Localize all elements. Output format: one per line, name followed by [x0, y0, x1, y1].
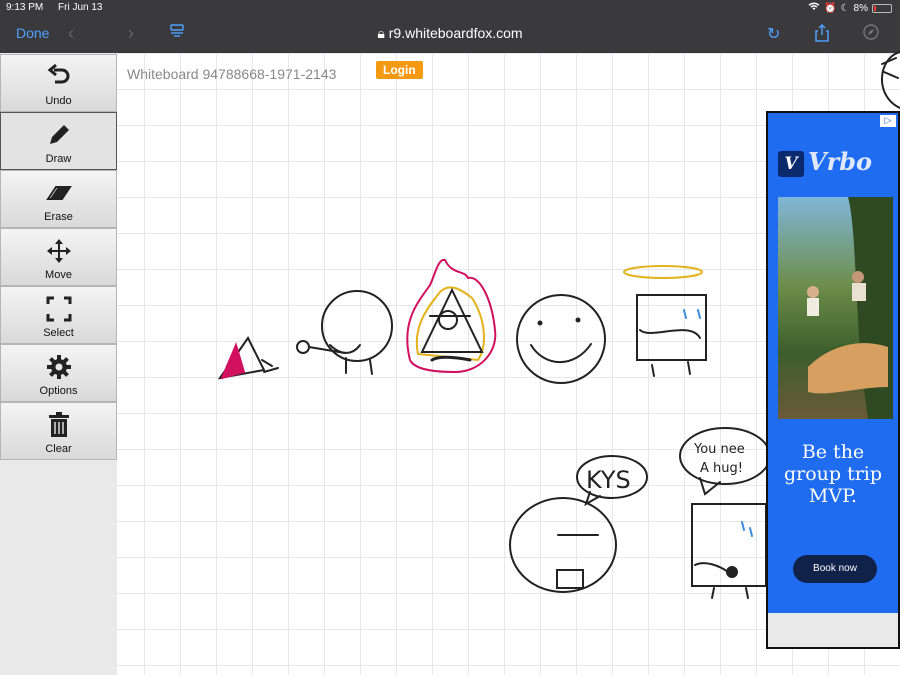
- select-button[interactable]: Select: [0, 286, 117, 344]
- undo-label: Undo: [45, 95, 72, 107]
- battery-percent: 8%: [853, 2, 868, 14]
- ad-photo: [778, 197, 893, 419]
- options-label: Options: [39, 385, 78, 397]
- ad-banner: ▷ V Vrbo Be the group trip MVP. Book now: [768, 113, 898, 613]
- url-bar[interactable]: 🔒︎ r9.whiteboardfox.com: [0, 25, 900, 42]
- status-bar: 9:13 PM Fri Jun 13 ⏰ ☾ 8%: [0, 0, 900, 16]
- lock-icon: 🔒︎: [377, 25, 385, 41]
- compass-icon[interactable]: [863, 24, 879, 45]
- erase-label: Erase: [44, 211, 73, 223]
- book-now-button[interactable]: Book now: [793, 555, 877, 583]
- ad-headline: Be the group trip MVP.: [768, 441, 898, 507]
- erase-button[interactable]: Erase: [0, 170, 117, 228]
- whiteboard-canvas[interactable]: [0, 53, 900, 675]
- wifi-icon: [808, 2, 820, 14]
- move-icon: [1, 237, 116, 265]
- reload-icon[interactable]: ↻: [767, 24, 780, 44]
- whiteboard-title: Whiteboard 94788668-1971-2143: [127, 66, 337, 82]
- tool-sidebar: Undo Draw Erase Move Select Options Clea…: [0, 53, 117, 675]
- browser-bar: Done ‹ › 🔒︎ r9.whiteboardfox.com ↻: [0, 16, 900, 53]
- undo-icon: [1, 63, 116, 91]
- pencil-icon: [1, 121, 116, 149]
- clock-time: 9:13 PM: [6, 2, 44, 13]
- draw-button[interactable]: Draw: [0, 112, 117, 170]
- moon-icon: ☾: [840, 2, 850, 14]
- draw-label: Draw: [45, 153, 72, 165]
- ad-headline-line2: group trip: [783, 463, 883, 485]
- vrbo-badge: V: [778, 150, 804, 177]
- login-button[interactable]: Login: [376, 61, 423, 79]
- options-button[interactable]: Options: [0, 344, 117, 402]
- url-text: r9.whiteboardfox.com: [388, 25, 523, 41]
- battery-icon: [872, 3, 892, 13]
- ad-headline-line1: Be the: [801, 441, 865, 463]
- ad-headline-line3: MVP.: [808, 485, 858, 507]
- vrbo-logo-text: Vrbo: [808, 147, 873, 176]
- clear-button[interactable]: Clear: [0, 402, 117, 460]
- clock-date: Fri Jun 13: [58, 2, 103, 13]
- move-label: Move: [45, 269, 72, 281]
- move-button[interactable]: Move: [0, 228, 117, 286]
- gear-icon: [1, 353, 116, 381]
- alarm-icon: ⏰: [824, 2, 837, 14]
- select-icon: [1, 295, 116, 323]
- share-icon[interactable]: [814, 23, 830, 47]
- clear-label: Clear: [45, 443, 72, 455]
- trash-icon: [1, 411, 116, 439]
- eraser-icon: [1, 179, 116, 207]
- vrbo-logo: V Vrbo: [778, 147, 888, 177]
- advertisement[interactable]: ▷ V Vrbo Be the group trip MVP. Book now: [766, 111, 900, 649]
- select-label: Select: [43, 327, 74, 339]
- ad-choices-icon[interactable]: ▷: [880, 115, 896, 127]
- undo-button[interactable]: Undo: [0, 54, 117, 112]
